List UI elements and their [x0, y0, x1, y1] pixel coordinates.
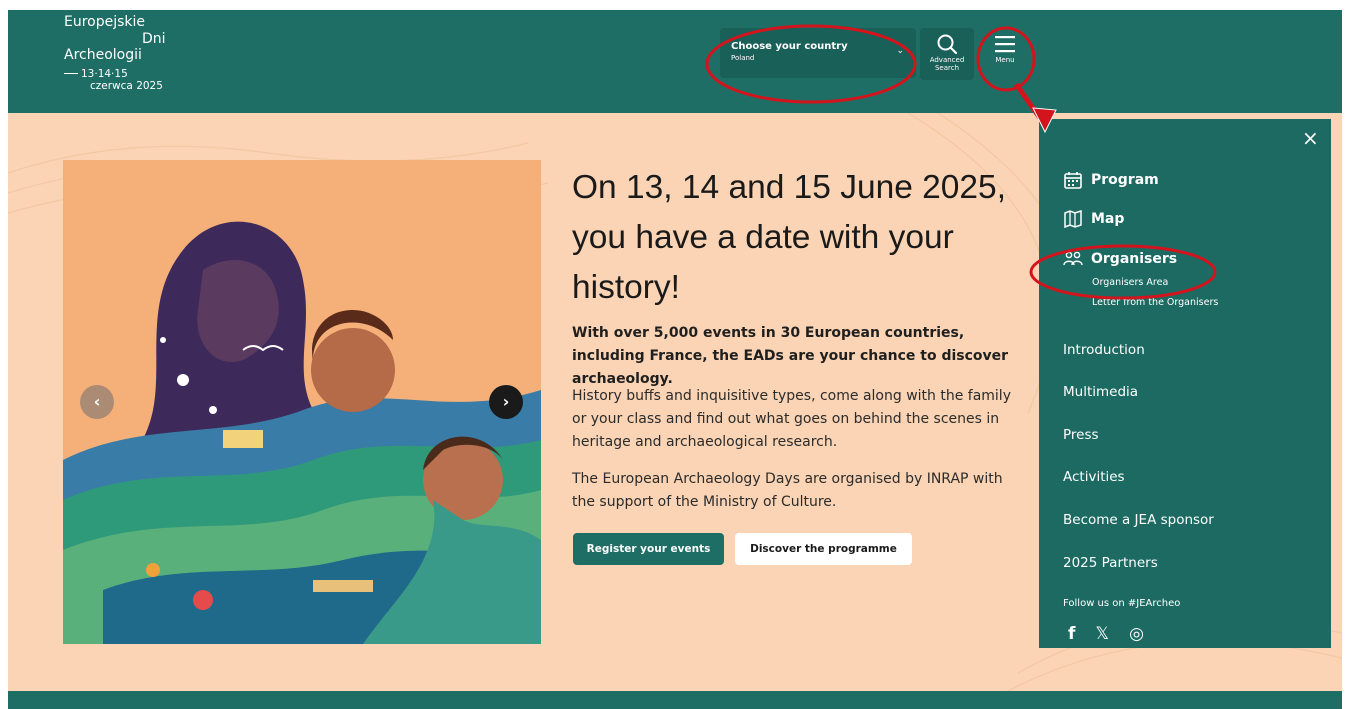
- menu-item-map-label: Map: [1091, 211, 1125, 227]
- menu-item-activities[interactable]: Activities: [1063, 469, 1125, 485]
- chevron-right-icon: ›: [502, 392, 510, 411]
- menu-item-program-label: Program: [1091, 172, 1159, 188]
- hero-headline-line-3: history!: [572, 269, 680, 306]
- menu-item-introduction[interactable]: Introduction: [1063, 342, 1145, 358]
- advanced-search-label-line2: Search: [934, 64, 960, 73]
- menu-item-sponsor[interactable]: Become a JEA sponsor: [1063, 512, 1214, 528]
- illustration-artwork: [63, 160, 541, 644]
- discover-programme-button[interactable]: Discover the programme: [735, 533, 912, 565]
- menu-item-organisers[interactable]: Organisers: [1063, 250, 1177, 268]
- logo-dates-text: 13·14·15: [81, 67, 128, 80]
- menu-item-program[interactable]: Program: [1063, 171, 1159, 189]
- footer-strip: [8, 691, 1342, 709]
- menu-item-map[interactable]: Map: [1063, 210, 1124, 228]
- hero-lead: With over 5,000 events in 30 European co…: [572, 325, 1009, 387]
- people-icon: [1063, 251, 1083, 266]
- calendar-icon: [1064, 172, 1082, 189]
- site-logo[interactable]: Europejskie Dni Archeologii 13·14·15 cze…: [64, 14, 166, 92]
- menu-button[interactable]: Menu: [983, 28, 1027, 80]
- menu-button-label: Menu: [995, 56, 1015, 64]
- hero-paragraph-2: The European Archaeology Days are organi…: [572, 471, 1003, 510]
- country-select-label: Choose your country: [731, 41, 848, 52]
- menu-item-organisers-label: Organisers: [1091, 251, 1178, 267]
- menu-item-multimedia[interactable]: Multimedia: [1063, 384, 1138, 400]
- advanced-search-button[interactable]: Advanced Search: [920, 28, 974, 80]
- hero-headline-line-1: On 13, 14 and 15 June 2025,: [572, 169, 1006, 206]
- x-icon[interactable]: 𝕏: [1095, 624, 1109, 644]
- menu-item-partners[interactable]: 2025 Partners: [1063, 555, 1158, 571]
- close-icon[interactable]: ×: [1302, 126, 1319, 150]
- advanced-search-label-line1: Advanced: [929, 56, 965, 64]
- hero-illustration: [63, 160, 541, 644]
- logo-dates: 13·14·15: [64, 68, 166, 80]
- slider-prev-button[interactable]: ‹: [80, 385, 114, 419]
- logo-line-3: Archeologii: [64, 47, 142, 64]
- chevron-left-icon: ‹: [93, 392, 101, 411]
- instagram-icon[interactable]: ◎: [1129, 624, 1144, 644]
- search-icon: [937, 34, 958, 55]
- country-select-value: Poland: [731, 54, 755, 62]
- country-select[interactable]: Choose your country Poland ⌄: [720, 28, 916, 78]
- facebook-icon[interactable]: f: [1068, 624, 1075, 644]
- logo-line-2: Dni: [142, 30, 166, 47]
- logo-month: czerwca 2025: [90, 79, 163, 92]
- site-header: [8, 10, 1342, 113]
- map-icon: [1064, 210, 1082, 228]
- hero-headline-line-2: you have a date with your: [572, 219, 954, 256]
- social-links: f 𝕏 ◎: [1068, 624, 1144, 644]
- menu-subitem-letter[interactable]: Letter from the Organisers: [1092, 297, 1218, 308]
- hamburger-icon: [995, 36, 1015, 53]
- logo-line-1: Europejskie: [64, 14, 146, 30]
- follow-us-label: Follow us on #JEArcheo: [1063, 598, 1181, 609]
- register-events-button[interactable]: Register your events: [573, 533, 724, 565]
- hero-headline: On 13, 14 and 15 June 2025, you have a d…: [572, 163, 1022, 313]
- chevron-down-icon: ⌄: [896, 46, 904, 56]
- hero-paragraph-1: History buffs and inquisitive types, com…: [572, 388, 1011, 450]
- logo-dash: [64, 73, 78, 75]
- menu-item-press[interactable]: Press: [1063, 427, 1099, 443]
- slider-next-button[interactable]: ›: [489, 385, 523, 419]
- advanced-search-label: Advanced Search: [920, 56, 974, 72]
- menu-subitem-organisers-area[interactable]: Organisers Area: [1092, 277, 1168, 288]
